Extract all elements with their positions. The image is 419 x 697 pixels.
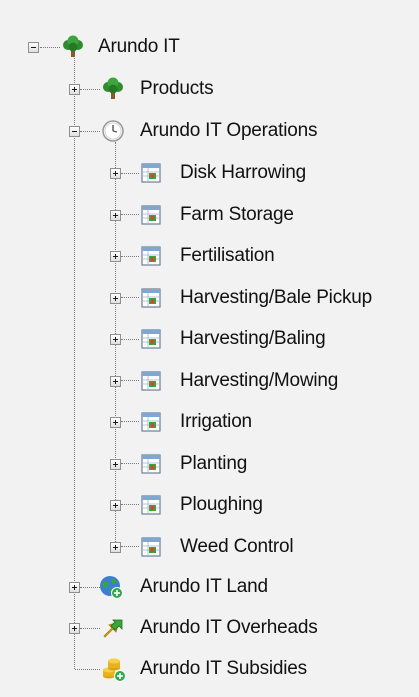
tree-connector <box>80 628 100 629</box>
tree-node-label[interactable]: Arundo IT Land <box>140 575 268 599</box>
tree-node-label[interactable]: Arundo IT Operations <box>140 119 318 143</box>
tree-node-label[interactable]: Arundo IT <box>98 35 180 59</box>
tree-connector <box>80 131 100 132</box>
tree-connector <box>74 54 75 669</box>
expand-toggle[interactable] <box>69 623 80 634</box>
table-icon <box>140 411 164 435</box>
tree-connector <box>121 546 139 547</box>
tree-node-label[interactable]: Planting <box>180 452 247 476</box>
table-icon <box>140 328 164 352</box>
table-icon <box>140 494 164 518</box>
tree-connector <box>121 214 139 215</box>
expand-toggle[interactable] <box>110 210 121 221</box>
clock-icon <box>101 119 125 143</box>
expand-toggle[interactable] <box>110 334 121 345</box>
tree-connector <box>80 587 100 588</box>
expand-toggle[interactable] <box>110 168 121 179</box>
tree-connector <box>121 504 139 505</box>
tree-connector <box>121 173 139 174</box>
tree-node-label[interactable]: Fertilisation <box>180 244 275 268</box>
tree-node-label[interactable]: Weed Control <box>180 535 294 559</box>
expand-toggle[interactable] <box>110 459 121 470</box>
tree-node-label[interactable]: Harvesting/Bale Pickup <box>180 286 372 310</box>
table-icon <box>140 453 164 477</box>
globe-add-icon <box>98 574 123 599</box>
expand-toggle[interactable] <box>110 376 121 387</box>
expand-toggle[interactable] <box>69 84 80 95</box>
tree-view[interactable]: Arundo IT Products Arundo IT Operations … <box>0 0 419 697</box>
expand-toggle[interactable] <box>110 500 121 511</box>
tree-node-label[interactable]: Disk Harrowing <box>180 161 306 185</box>
tree-connector <box>40 47 60 48</box>
tree-node-label[interactable]: Harvesting/Baling <box>180 327 326 351</box>
collapse-toggle[interactable] <box>28 42 39 53</box>
collapse-toggle[interactable] <box>69 126 80 137</box>
arrows-icon <box>101 616 125 640</box>
expand-toggle[interactable] <box>110 293 121 304</box>
tree-node-label[interactable]: Harvesting/Mowing <box>180 369 338 393</box>
tree-icon <box>101 77 125 101</box>
tree-node-label[interactable]: Arundo IT Overheads <box>140 616 318 640</box>
tree-connector <box>121 380 139 381</box>
table-icon <box>140 536 164 560</box>
expand-toggle[interactable] <box>69 582 80 593</box>
table-icon <box>140 287 164 311</box>
tree-panel: Arundo IT Products Arundo IT Operations … <box>0 0 419 697</box>
tree-connector <box>121 256 139 257</box>
tree-node-label[interactable]: Farm Storage <box>180 203 294 227</box>
tree-icon <box>61 35 85 59</box>
tree-node-label[interactable]: Ploughing <box>180 493 263 517</box>
tree-node-label[interactable]: Irrigation <box>180 410 252 434</box>
expand-toggle[interactable] <box>110 251 121 262</box>
coins-add-icon <box>100 656 126 682</box>
tree-connector <box>121 297 139 298</box>
table-icon <box>140 204 164 228</box>
tree-connector <box>121 339 139 340</box>
tree-connector <box>75 669 100 670</box>
tree-node-label[interactable]: Products <box>140 77 214 101</box>
table-icon <box>140 245 164 269</box>
tree-connector <box>80 89 100 90</box>
tree-connector <box>121 463 139 464</box>
expand-toggle[interactable] <box>110 542 121 553</box>
table-icon <box>140 162 164 186</box>
tree-node-label[interactable]: Arundo IT Subsidies <box>140 657 307 681</box>
expand-toggle[interactable] <box>110 417 121 428</box>
table-icon <box>140 370 164 394</box>
tree-connector <box>121 421 139 422</box>
